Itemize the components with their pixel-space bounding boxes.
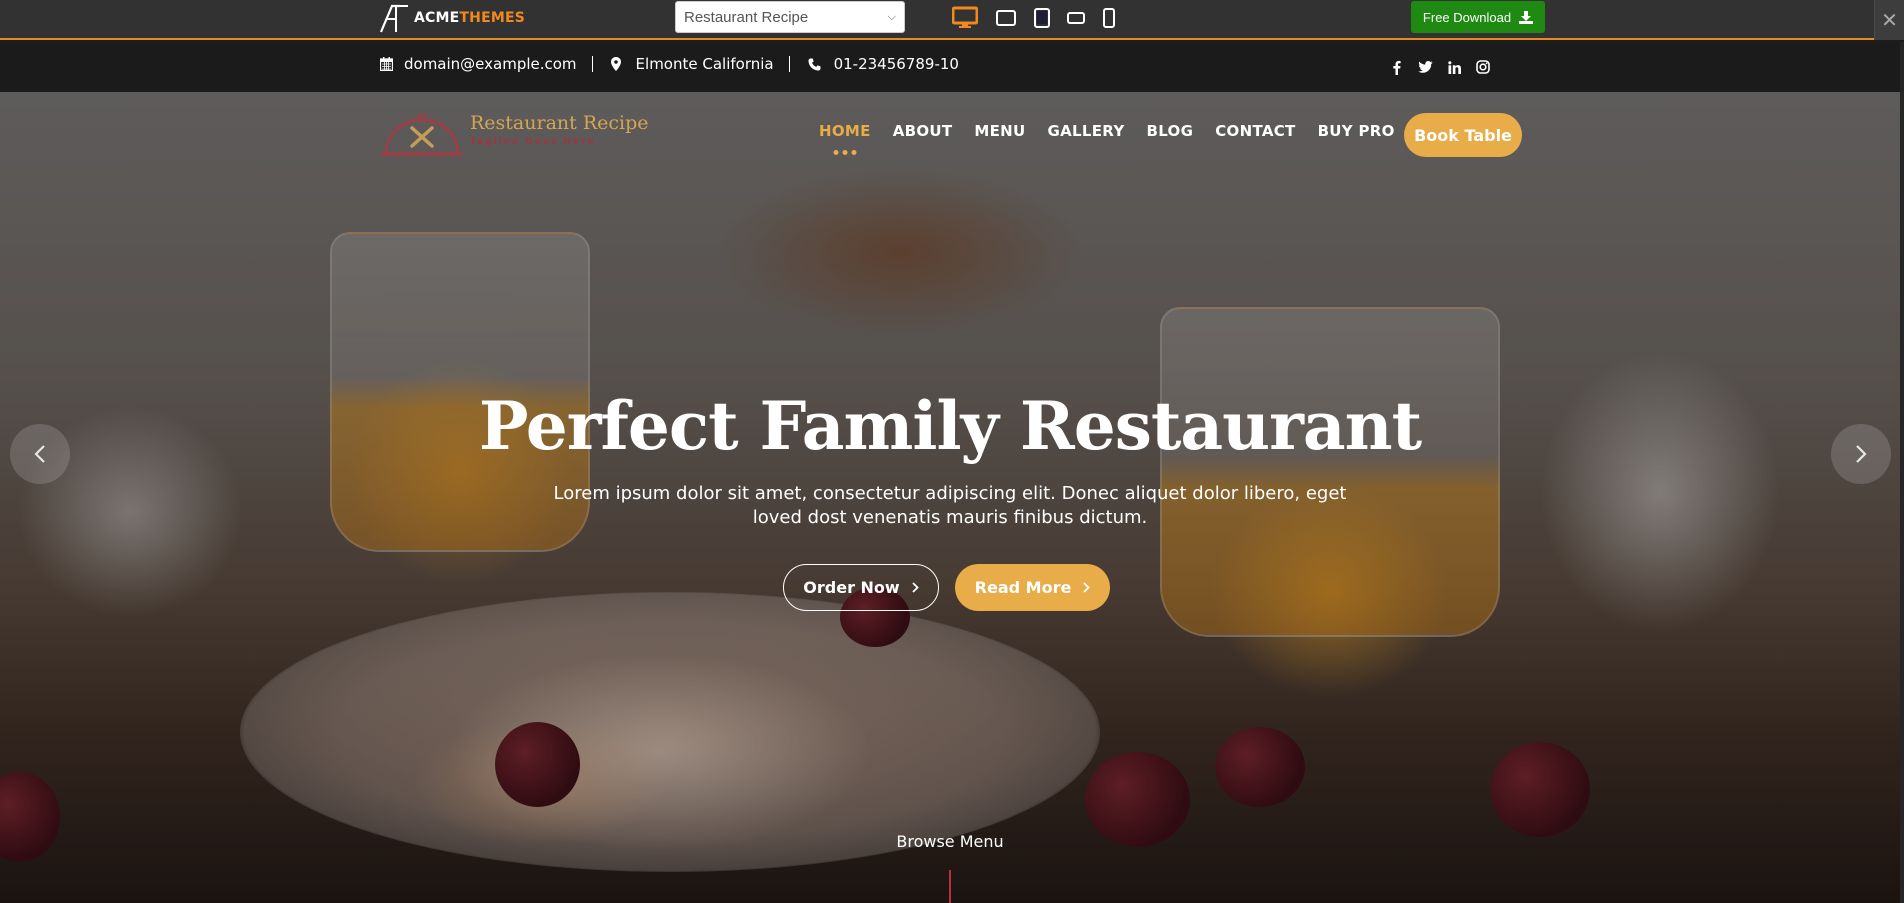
facebook-icon xyxy=(1392,60,1401,75)
phone-text: 01-23456789-10 xyxy=(833,55,959,73)
browse-menu-link[interactable]: Browse Menu xyxy=(0,832,1900,851)
divider xyxy=(591,56,593,72)
site-logo[interactable]: Restaurant Recipe Tagline Goes Here xyxy=(382,104,649,162)
brand-part-2: THEMES xyxy=(459,10,526,26)
calendar-icon xyxy=(380,57,393,71)
instagram-link[interactable] xyxy=(1475,59,1491,75)
theme-select-value: Restaurant Recipe xyxy=(684,8,809,26)
scroll-indicator-line xyxy=(949,870,951,903)
mobile-landscape-view-button[interactable] xyxy=(1066,4,1086,32)
nav-item-gallery[interactable]: GALLERY xyxy=(1048,122,1125,140)
nav-label: GALLERY xyxy=(1047,122,1125,140)
device-switcher xyxy=(950,4,1116,32)
active-indicator xyxy=(833,150,857,155)
slide-cta-buttons: Order Now Read More xyxy=(783,564,1110,611)
twitter-link[interactable] xyxy=(1417,59,1433,75)
browse-menu-label: Browse Menu xyxy=(896,832,1004,851)
close-icon: ✕ xyxy=(1881,8,1898,32)
chevron-right-icon xyxy=(1083,582,1091,593)
free-download-button[interactable]: Free Download xyxy=(1411,1,1545,33)
nav-item-menu[interactable]: MENU xyxy=(974,122,1025,140)
main-navigation: HOME ABOUT MENU GALLERY BLOG CONTACT BUY… xyxy=(819,122,1417,155)
book-table-label: Book Table xyxy=(1414,125,1512,145)
site-title: Restaurant Recipe xyxy=(470,112,649,134)
chevron-down-icon: ⌵ xyxy=(887,10,896,23)
facebook-link[interactable] xyxy=(1388,59,1404,75)
email-text: domain@example.com xyxy=(404,55,577,73)
mobile-landscape-icon xyxy=(1067,12,1085,24)
chevron-right-icon xyxy=(912,582,919,593)
linkedin-icon xyxy=(1447,60,1461,74)
social-links xyxy=(1388,42,1491,92)
order-now-label: Order Now xyxy=(803,578,900,597)
download-icon xyxy=(1519,10,1534,24)
tablet-portrait-view-button[interactable] xyxy=(1032,4,1052,32)
phone-icon xyxy=(808,58,821,70)
nav-label: ABOUT xyxy=(892,122,953,140)
book-table-button[interactable]: Book Table xyxy=(1404,113,1522,157)
nav-label: CONTACT xyxy=(1215,122,1296,140)
site-tagline: Tagline Goes Here xyxy=(470,137,596,147)
nav-label: BLOG xyxy=(1146,122,1194,140)
acmethemes-logo-icon xyxy=(379,4,408,33)
read-more-label: Read More xyxy=(974,578,1072,597)
nav-item-buy-pro[interactable]: BUY PRO xyxy=(1318,122,1395,140)
read-more-button[interactable]: Read More xyxy=(955,564,1110,611)
linkedin-link[interactable] xyxy=(1446,59,1462,75)
brand-part-1: ACME xyxy=(414,10,460,26)
slide-title: Perfect Family Restaurant xyxy=(478,387,1422,465)
twitter-icon xyxy=(1417,61,1433,73)
desktop-view-button[interactable] xyxy=(950,4,980,32)
instagram-icon xyxy=(1476,60,1490,74)
contact-info: domain@example.com Elmonte California 01… xyxy=(380,42,959,86)
divider xyxy=(788,56,790,72)
desktop-icon xyxy=(952,6,978,28)
email-item[interactable]: domain@example.com xyxy=(380,55,577,73)
nav-item-about[interactable]: ABOUT xyxy=(893,122,953,140)
acmethemes-logo[interactable]: ACMETHEMES xyxy=(378,4,525,33)
theme-preview-bar: ACMETHEMES Restaurant Recipe ⌵ Free Down… xyxy=(0,0,1904,40)
map-marker-icon xyxy=(610,57,621,71)
free-download-label: Free Download xyxy=(1422,9,1512,25)
location-item: Elmonte California xyxy=(610,55,774,73)
page-scrollbar-edge xyxy=(1900,42,1904,903)
mobile-portrait-icon xyxy=(1103,8,1115,28)
top-info-bar: domain@example.com Elmonte California 01… xyxy=(0,42,1904,92)
mobile-portrait-view-button[interactable] xyxy=(1102,4,1116,32)
nav-item-blog[interactable]: BLOG xyxy=(1147,122,1194,140)
phone-item[interactable]: 01-23456789-10 xyxy=(808,55,959,73)
nav-item-home[interactable]: HOME xyxy=(819,122,871,155)
order-now-button[interactable]: Order Now xyxy=(783,564,939,611)
tablet-landscape-view-button[interactable] xyxy=(994,4,1018,32)
theme-select[interactable]: Restaurant Recipe ⌵ xyxy=(675,1,905,33)
nav-label: HOME xyxy=(819,122,871,140)
close-preview-button[interactable]: ✕ xyxy=(1874,0,1904,40)
tablet-portrait-icon xyxy=(1034,8,1050,28)
hero-slider: Restaurant Recipe Tagline Goes Here HOME… xyxy=(0,92,1900,903)
acmethemes-wordmark: ACMETHEMES xyxy=(414,10,525,26)
tablet-landscape-icon xyxy=(996,10,1016,26)
nav-item-contact[interactable]: CONTACT xyxy=(1215,122,1295,140)
nav-label: MENU xyxy=(974,122,1026,140)
nav-label: BUY PRO xyxy=(1317,122,1395,140)
restaurant-logo-icon xyxy=(382,113,462,156)
slide-description: Lorem ipsum dolor sit amet, consectetur … xyxy=(553,483,1347,528)
location-text: Elmonte California xyxy=(635,55,774,73)
